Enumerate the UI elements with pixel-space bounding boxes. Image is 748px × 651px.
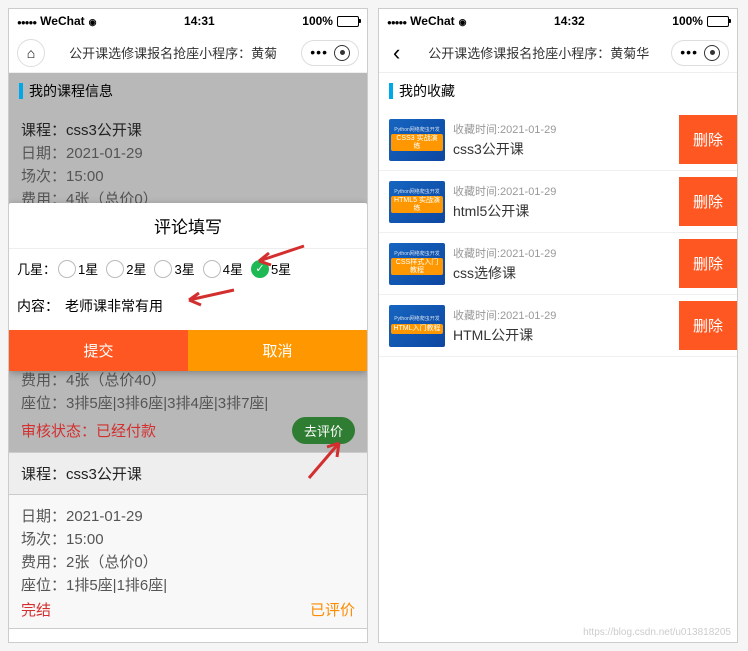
capsule-menu[interactable]: [671, 40, 729, 66]
course-card-body: 日期：2021-01-29 场次：15:00 费用：2张（总价0） 座位：1排5…: [9, 495, 367, 629]
content-area: 我的收藏 Python网络爬虫开发 CSS3 实战演练 收藏时间:2021-01…: [379, 73, 737, 642]
favorite-date: 收藏时间:2021-01-29: [453, 307, 671, 323]
favorite-item[interactable]: Python网络爬虫开发 CSS3 实战演练 收藏时间:2021-01-29 c…: [379, 109, 737, 171]
comment-modal: 评论填写 几星： 1星 2星 3星 4星 ✓5星 内容： 提交 取消: [9, 203, 367, 371]
battery-percent: 100%: [302, 14, 333, 28]
favorites-list: Python网络爬虫开发 CSS3 实战演练 收藏时间:2021-01-29 c…: [379, 109, 737, 357]
right-phone: WeChat 14:32 100% ‹ 公开课选修课报名抢座小程序：黄菊华 我的…: [378, 8, 738, 643]
course-seats: 座位：3排5座|3排6座|3排4座|3排7座|: [21, 392, 355, 413]
wifi-icon: [459, 14, 467, 28]
home-button[interactable]: ⌂: [17, 39, 45, 67]
close-target-icon[interactable]: [334, 45, 350, 61]
carrier-label: WeChat: [40, 14, 84, 28]
delete-button[interactable]: 删除: [679, 115, 737, 164]
star-option-4[interactable]: 4星: [203, 259, 243, 278]
content-label: 内容：: [17, 296, 59, 316]
favorite-date: 收藏时间:2021-01-29: [453, 183, 671, 199]
course-status: 审核状态：已经付款: [21, 420, 156, 441]
watermark: https://blog.csdn.net/u013818205: [583, 627, 731, 638]
content-row: 内容：: [9, 288, 367, 330]
check-icon: ✓: [251, 260, 269, 278]
delete-button[interactable]: 删除: [679, 239, 737, 288]
battery-percent: 100%: [672, 14, 703, 28]
course-session: 场次：15:00: [21, 528, 355, 549]
evaluated-label: 已评价: [310, 599, 355, 620]
favorite-name: css选修课: [453, 263, 671, 283]
star-option-2[interactable]: 2星: [106, 259, 146, 278]
favorite-info: 收藏时间:2021-01-29 css3公开课: [445, 121, 679, 159]
favorite-info: 收藏时间:2021-01-29 css选修课: [445, 245, 679, 283]
section-accent-bar: [19, 83, 23, 99]
status-bar: WeChat 14:31 100%: [9, 9, 367, 33]
delete-button[interactable]: 删除: [679, 177, 737, 226]
wifi-icon: [89, 14, 97, 28]
favorite-info: 收藏时间:2021-01-29 html5公开课: [445, 183, 679, 221]
course-name: 课程：css3公开课: [21, 119, 355, 140]
course-thumbnail: Python网络爬虫开发 CSS样式入门教程: [389, 243, 445, 285]
course-thumbnail: Python网络爬虫开发 HTML入门教程: [389, 305, 445, 347]
battery-icon: [337, 16, 359, 27]
evaluate-button[interactable]: 去评价: [292, 417, 355, 444]
favorite-item[interactable]: Python网络爬虫开发 HTML5 实战演练 收藏时间:2021-01-29 …: [379, 171, 737, 233]
close-target-icon[interactable]: [704, 45, 720, 61]
signal-dots-icon: [387, 14, 406, 28]
left-phone: WeChat 14:31 100% ⌂ 公开课选修课报名抢座小程序：黄菊 我的课…: [8, 8, 368, 643]
course-date: 日期：2021-01-29: [21, 142, 355, 163]
capsule-menu[interactable]: [301, 40, 359, 66]
course-status: 完结: [21, 599, 51, 620]
delete-button[interactable]: 删除: [679, 301, 737, 350]
star-option-1[interactable]: 1星: [58, 259, 98, 278]
battery-icon: [707, 16, 729, 27]
favorite-name: css3公开课: [453, 139, 671, 159]
favorite-item[interactable]: Python网络爬虫开发 HTML入门教程 收藏时间:2021-01-29 HT…: [379, 295, 737, 357]
more-icon[interactable]: [680, 44, 698, 62]
course-fee: 费用：4张（总价40）: [21, 369, 355, 390]
status-time: 14:31: [184, 14, 215, 28]
signal-dots-icon: [17, 14, 36, 28]
course-seats: 座位：1排5座|1排6座|: [21, 574, 355, 595]
nav-bar: ‹ 公开课选修课报名抢座小程序：黄菊华: [379, 33, 737, 73]
page-title: 公开课选修课报名抢座小程序：黄菊: [51, 43, 295, 62]
cancel-button[interactable]: 取消: [188, 330, 367, 371]
favorite-date: 收藏时间:2021-01-29: [453, 121, 671, 137]
course-session: 场次：15:00: [21, 165, 355, 186]
star-option-3[interactable]: 3星: [154, 259, 194, 278]
page-title: 公开课选修课报名抢座小程序：黄菊华: [412, 43, 665, 62]
favorite-date: 收藏时间:2021-01-29: [453, 245, 671, 261]
more-icon[interactable]: [310, 44, 328, 62]
section-header: 我的收藏: [379, 73, 737, 109]
section-title: 我的课程信息: [29, 81, 113, 101]
favorite-info: 收藏时间:2021-01-29 HTML公开课: [445, 307, 679, 345]
back-button[interactable]: ‹: [387, 40, 406, 66]
carrier-label: WeChat: [410, 14, 454, 28]
course-date: 日期：2021-01-29: [21, 505, 355, 526]
star-option-5[interactable]: ✓5星: [251, 259, 291, 278]
comment-input[interactable]: [65, 298, 359, 314]
section-header: 我的课程信息: [9, 73, 367, 109]
favorite-name: html5公开课: [453, 201, 671, 221]
course-thumbnail: Python网络爬虫开发 HTML5 实战演练: [389, 181, 445, 223]
favorite-item[interactable]: Python网络爬虫开发 CSS样式入门教程 收藏时间:2021-01-29 c…: [379, 233, 737, 295]
section-title: 我的收藏: [399, 81, 455, 101]
nav-bar: ⌂ 公开课选修课报名抢座小程序：黄菊: [9, 33, 367, 73]
status-time: 14:32: [554, 14, 585, 28]
star-rating-row: 几星： 1星 2星 3星 4星 ✓5星: [9, 249, 367, 288]
section-accent-bar: [389, 83, 393, 99]
course-card: 课程：css3公开课: [9, 453, 367, 495]
modal-title: 评论填写: [9, 203, 367, 249]
status-bar: WeChat 14:32 100%: [379, 9, 737, 33]
course-name: 课程：css3公开课: [21, 463, 355, 484]
course-thumbnail: Python网络爬虫开发 CSS3 实战演练: [389, 119, 445, 161]
course-fee: 费用：2张（总价0）: [21, 551, 355, 572]
favorite-name: HTML公开课: [453, 325, 671, 345]
submit-button[interactable]: 提交: [9, 330, 188, 371]
star-label: 几星：: [17, 259, 56, 278]
content-area: 我的课程信息 课程：css3公开课 日期：2021-01-29 场次：15:00…: [9, 73, 367, 642]
